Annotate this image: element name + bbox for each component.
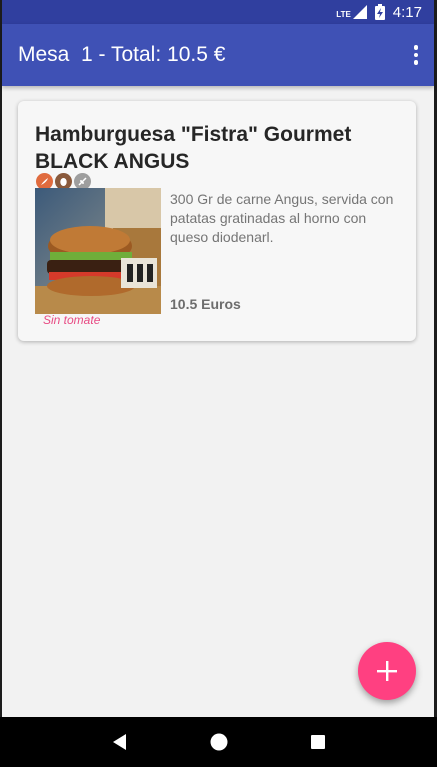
more-vert-icon[interactable]	[404, 41, 428, 69]
plus-icon	[377, 661, 397, 681]
status-bar: LTE 4:17	[2, 0, 434, 24]
navigation-bar	[0, 717, 437, 767]
battery-charging-icon	[374, 4, 385, 20]
app-bar: Mesa 1 - Total: 10.5 €	[2, 24, 434, 86]
back-icon[interactable]	[111, 733, 129, 751]
network-type-label: LTE	[336, 10, 351, 19]
item-note: Sin tomate	[43, 313, 101, 327]
order-item-card[interactable]: Hamburguesa "Fistra" Gourmet BLACK ANGUS	[18, 101, 416, 341]
item-description: 300 Gr de carne Angus, servida con patat…	[170, 191, 394, 245]
signal-icon: LTE	[336, 5, 367, 19]
home-icon[interactable]	[210, 733, 228, 751]
item-title: Hamburguesa "Fistra" Gourmet BLACK ANGUS	[35, 123, 352, 173]
app-title: Mesa 1 - Total: 10.5 €	[18, 43, 226, 66]
status-time: 4:17	[392, 3, 422, 21]
add-item-button[interactable]	[358, 642, 416, 700]
screen-frame-left	[0, 0, 2, 767]
item-price: 10.5 Euros	[170, 296, 241, 312]
burger-photo	[35, 188, 161, 314]
recents-icon[interactable]	[310, 734, 326, 750]
